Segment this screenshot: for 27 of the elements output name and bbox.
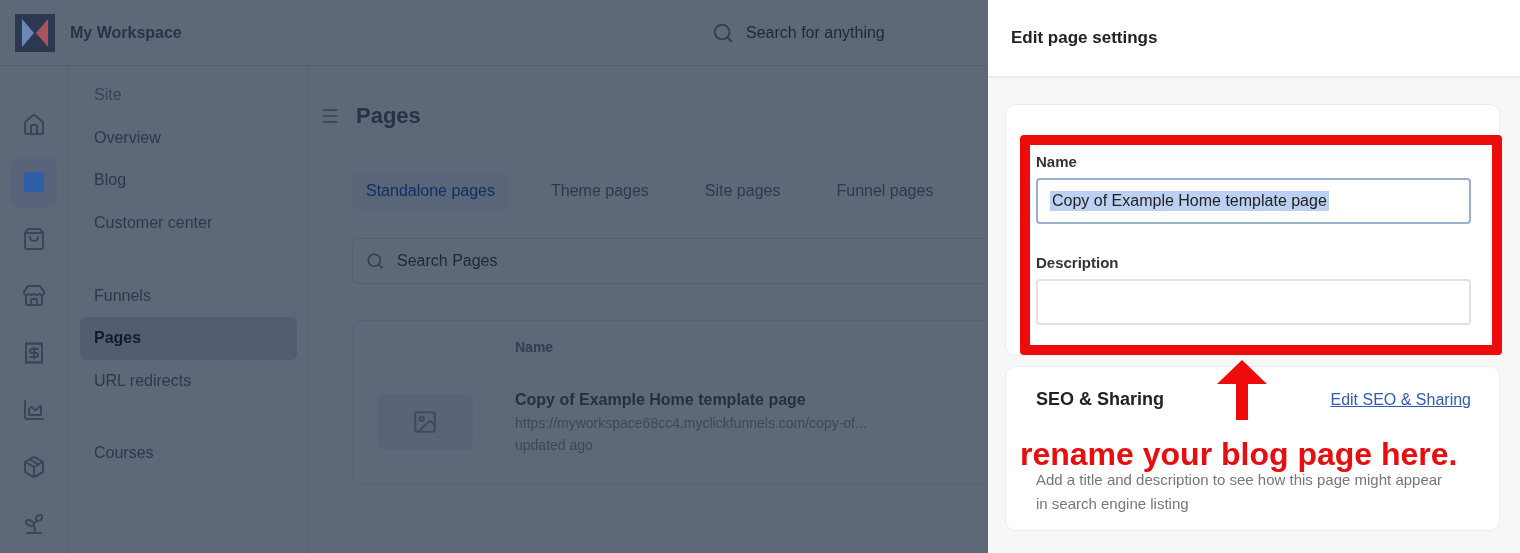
edit-seo-link[interactable]: Edit SEO & Sharing (1330, 390, 1471, 409)
search-field[interactable]: Search Pages (352, 238, 988, 284)
nav-item[interactable]: Pages (80, 316, 297, 360)
box-icon (21, 455, 46, 479)
annotation-arrow (1217, 360, 1267, 420)
input-field[interactable] (1036, 279, 1471, 325)
search-icon (366, 252, 384, 270)
annotation-text: rename your blog page here. (1020, 436, 1458, 473)
image-icon (412, 409, 438, 435)
search-field[interactable]: Search for anything (744, 22, 974, 43)
panel-title: Edit page settings (1011, 28, 1158, 48)
chart-icon (21, 398, 46, 422)
section-description: Add a title and description to see how this page might appear in search engine listing (1036, 471, 1444, 514)
field-label: Name (1036, 153, 1078, 170)
field-label: Description (1036, 254, 1120, 271)
search-icon (712, 21, 734, 44)
input-field[interactable]: Copy of Example Home template page (1036, 178, 1471, 224)
window-icon (21, 170, 46, 194)
menu-icon[interactable] (320, 106, 340, 126)
rail-button[interactable] (10, 157, 57, 207)
logo-icon (14, 12, 56, 53)
page-name[interactable]: Copy of Example Home template page (515, 391, 867, 409)
store-icon (21, 284, 46, 308)
bag-icon (21, 227, 46, 251)
home-icon (21, 113, 46, 137)
tab[interactable]: Standalone pages (352, 172, 509, 210)
section-title: SEO & Sharing (1036, 389, 1165, 410)
